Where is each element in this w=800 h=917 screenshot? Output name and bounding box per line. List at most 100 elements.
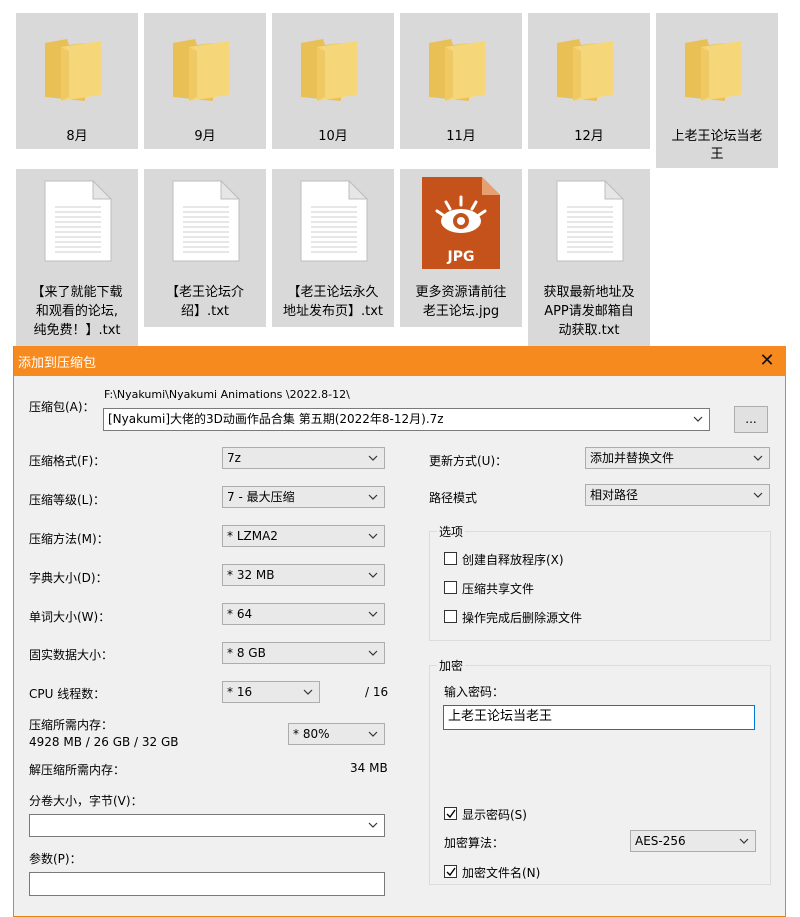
checkbox-box[interactable] (444, 581, 457, 594)
chevron-down-icon (368, 643, 378, 663)
folder-item-9[interactable]: 9月 (144, 13, 266, 149)
file-label-line3: 动获取.txt (558, 323, 620, 338)
chevron-down-icon (739, 831, 749, 851)
decomp-value: 34 MB (350, 761, 388, 775)
solid-label: 固实数据大小： (29, 648, 114, 662)
archive-name-combo[interactable]: [Nyakumi]大佬的3D动画作品合集 第五期(2022年8-12月).7z (103, 408, 710, 431)
threads-value: * 16 (227, 685, 253, 699)
mem-percent-value: * 80% (293, 727, 330, 741)
path-mode-value: 相对路径 (590, 488, 639, 502)
close-icon: ✕ (759, 350, 775, 371)
text-file-icon (44, 179, 113, 262)
show-password-label: 显示密码(S) (462, 808, 527, 822)
method-select[interactable]: * LZMA2 (222, 525, 385, 547)
method-label: 压缩方法(M)： (29, 532, 109, 546)
checkbox-box[interactable] (444, 552, 457, 565)
file-label-line1: 【老王论坛介 (165, 285, 244, 300)
solid-value: * 8 GB (227, 646, 266, 660)
browse-button[interactable]: ... (734, 406, 768, 433)
format-select[interactable]: 7z (222, 447, 385, 469)
dict-label: 字典大小(D)： (29, 571, 108, 585)
checkbox-box[interactable] (444, 610, 457, 623)
mem-label: 压缩所需内存： (29, 718, 114, 732)
file-item-txt-1[interactable]: 【来了就能下载 和观看的论坛, 纯免费！】.txt (16, 169, 138, 346)
chevron-down-icon (368, 604, 378, 624)
file-label-line1: 获取最新地址及 (543, 285, 635, 300)
chevron-down-icon (303, 682, 313, 702)
folder-icon (557, 39, 613, 101)
folder-label: 8月 (66, 129, 88, 144)
format-value: 7z (227, 451, 241, 465)
chevron-down-icon (753, 448, 763, 468)
folder-icon (685, 39, 741, 101)
dialog-title: 添加到压缩包 (18, 356, 97, 371)
jpg-file-icon: JPG (422, 177, 500, 269)
folder-item-11[interactable]: 11月 (400, 13, 522, 149)
method-value: * LZMA2 (227, 529, 278, 543)
dialog-titlebar[interactable]: 添加到压缩包 ✕ (14, 346, 786, 376)
folder-item-10[interactable]: 10月 (272, 13, 394, 149)
file-explorer-view: 8月 9月 10月 11月 12月 上老王论坛当老 王 【来了就能下载 和观看的… (0, 0, 800, 346)
checkmark-icon (446, 809, 456, 819)
threads-select[interactable]: * 16 (222, 681, 320, 703)
folder-item-8[interactable]: 8月 (16, 13, 138, 149)
archive-name-value: [Nyakumi]大佬的3D动画作品合集 第五期(2022年8-12月).7z (108, 412, 444, 426)
folder-icon (45, 39, 101, 101)
file-item-txt-3[interactable]: 【老王论坛永久 地址发布页】.txt (272, 169, 394, 327)
params-input[interactable] (29, 872, 385, 896)
archive-label: 压缩包(A)： (29, 400, 95, 414)
checkbox-box[interactable] (444, 807, 457, 820)
word-select[interactable]: * 64 (222, 603, 385, 625)
file-item-txt-4[interactable]: 获取最新地址及 APP请发邮箱自 动获取.txt (528, 169, 650, 346)
add-to-archive-dialog: 添加到压缩包 ✕ 压缩包(A)： F:\Nyakumi\Nyakumi Anim… (13, 346, 786, 917)
chevron-down-icon (368, 448, 378, 468)
delete-after-label: 操作完成后删除源文件 (462, 611, 583, 625)
file-label-line1: 【老王论坛永久 (287, 285, 379, 300)
folder-icon (429, 39, 485, 101)
file-label-line2: 老王论坛.jpg (422, 304, 500, 319)
enc-method-value: AES-256 (635, 834, 686, 848)
enc-method-label: 加密算法： (444, 836, 505, 850)
threads-max: / 16 (365, 685, 389, 699)
params-label: 参数(P)： (29, 852, 82, 866)
level-select[interactable]: 7 - 最大压缩 (222, 486, 385, 508)
dict-select[interactable]: * 32 MB (222, 564, 385, 586)
text-file-icon (300, 179, 369, 262)
word-label: 单词大小(W)： (29, 610, 111, 624)
checkbox-box[interactable] (444, 865, 457, 878)
folder-item-12[interactable]: 12月 (528, 13, 650, 149)
volume-label: 分卷大小，字节(V)： (29, 794, 143, 808)
file-item-txt-2[interactable]: 【老王论坛介 绍】.txt (144, 169, 266, 327)
chevron-down-icon[interactable] (693, 409, 703, 429)
checkmark-icon (446, 867, 456, 877)
file-label-line2: 地址发布页】.txt (282, 304, 384, 319)
password-input[interactable]: 上老王论坛当老王 (443, 705, 755, 730)
chevron-down-icon (753, 485, 763, 505)
chevron-down-icon (368, 565, 378, 585)
threads-label: CPU 线程数： (29, 687, 106, 701)
close-button[interactable]: ✕ (754, 349, 780, 373)
folder-label-line2: 王 (710, 147, 724, 162)
update-value: 添加并替换文件 (590, 451, 675, 465)
encrypt-names-label: 加密文件名(N) (462, 866, 541, 880)
options-title: 选项 (437, 523, 466, 540)
folder-item-laowang[interactable]: 上老王论坛当老 王 (656, 13, 778, 168)
archive-path: F:\Nyakumi\Nyakumi Animations \2022.8-12… (104, 388, 350, 401)
update-select[interactable]: 添加并替换文件 (585, 447, 770, 469)
volume-size-combo[interactable] (29, 814, 385, 837)
solid-select[interactable]: * 8 GB (222, 642, 385, 664)
chevron-down-icon[interactable] (368, 815, 378, 835)
encryption-group: 加密 输入密码： 上老王论坛当老王 显示密码(S) 加密算法： AES-256 … (429, 657, 771, 885)
chevron-down-icon (368, 526, 378, 546)
file-label-line2: APP请发邮箱自 (544, 304, 634, 319)
path-mode-select[interactable]: 相对路径 (585, 484, 770, 506)
level-value: 7 - 最大压缩 (227, 490, 295, 504)
enc-method-select[interactable]: AES-256 (630, 830, 756, 852)
folder-label: 12月 (574, 129, 604, 144)
file-label-line1: 更多资源请前往 (415, 285, 507, 300)
folder-label: 11月 (446, 129, 476, 144)
update-label: 更新方式(U)： (429, 454, 508, 468)
file-item-jpg[interactable]: JPG 更多资源请前往 老王论坛.jpg (400, 169, 522, 327)
shared-files-label: 压缩共享文件 (462, 582, 535, 596)
mem-percent-select[interactable]: * 80% (288, 723, 385, 745)
